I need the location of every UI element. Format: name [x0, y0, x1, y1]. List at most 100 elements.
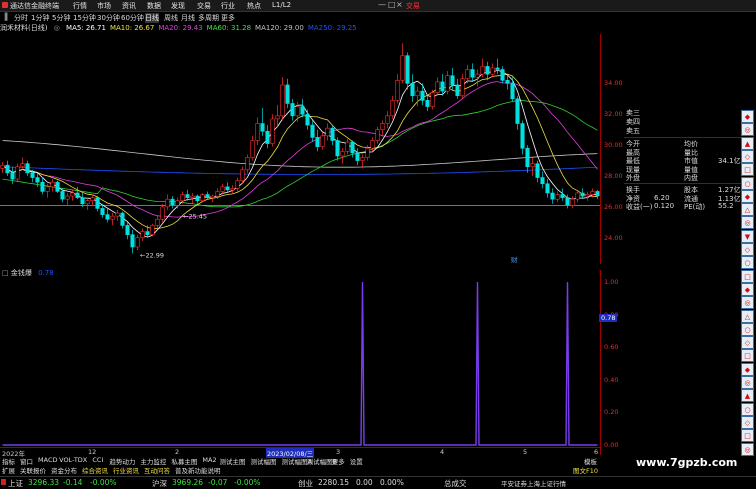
right-tool-icon[interactable]: ◎: [741, 442, 754, 456]
period-5[interactable]: 60分钟: [121, 13, 144, 23]
right-tool-icon[interactable]: ◎: [741, 376, 754, 389]
period-9[interactable]: 多周期: [198, 13, 219, 23]
candle-body: [180, 194, 185, 202]
right-tool-icon[interactable]: ◆: [741, 282, 754, 296]
right-tool-icon[interactable]: □: [741, 429, 754, 443]
menu-2[interactable]: 资讯: [122, 1, 136, 11]
right-tool-icon[interactable]: ◇: [741, 243, 754, 256]
candle-body: [95, 197, 100, 209]
menu-7[interactable]: 热点: [247, 1, 261, 11]
extension-tab[interactable]: 互动问答: [144, 465, 170, 475]
menu-5[interactable]: 交易: [197, 1, 211, 11]
cy-index-value: 2280.15: [318, 478, 350, 487]
right-tool-icon[interactable]: ◎: [741, 123, 754, 137]
kline-chart[interactable]: ←25.45 ←22.99 财: [0, 34, 600, 264]
candle-body: [110, 215, 115, 220]
sh-index-value: 3296.33: [28, 478, 60, 487]
menu-4[interactable]: 发现: [171, 1, 185, 11]
right-tool-icon[interactable]: ○: [741, 176, 754, 190]
indicator-tab[interactable]: MACD: [38, 456, 57, 464]
period-6[interactable]: 日线: [145, 13, 159, 23]
menu-6[interactable]: 行业: [221, 1, 235, 11]
candle-body: [120, 212, 125, 226]
sh-index-change: -0.14: [63, 478, 83, 487]
extension-tab[interactable]: 行业资讯: [113, 465, 139, 475]
right-tool-icon[interactable]: △: [741, 203, 754, 217]
period-toggle-icon[interactable]: ▐: [2, 13, 7, 21]
candle-body: [125, 225, 130, 235]
close-icon[interactable]: ×: [396, 0, 403, 9]
candle-body: [305, 113, 310, 126]
right-tool-icon[interactable]: ○: [741, 322, 754, 336]
period-1[interactable]: 1分钟: [31, 13, 49, 23]
period-2[interactable]: 5分钟: [52, 13, 70, 23]
indicator-tick: 0.60: [604, 343, 619, 352]
menu-0[interactable]: 行情: [73, 1, 87, 11]
right-tool-icon[interactable]: ▼: [741, 229, 754, 243]
menu-1[interactable]: 市场: [97, 1, 111, 11]
period-3[interactable]: 15分钟: [73, 13, 96, 23]
watermark: www.7gpzb.com: [636, 456, 738, 469]
period-4[interactable]: 30分钟: [97, 13, 120, 23]
right-tool-icon[interactable]: ○: [741, 256, 754, 270]
right-tool-icon[interactable]: ◇: [741, 336, 754, 350]
f10-button[interactable]: 图文F10: [573, 465, 598, 475]
right-tool-icon[interactable]: ○: [741, 402, 754, 416]
ma-legend-item: MA20: 29.43: [158, 24, 203, 32]
menu-8[interactable]: L1/L2: [272, 1, 291, 9]
right-tool-icon[interactable]: ◆: [741, 110, 754, 123]
indicator-tab[interactable]: MA2: [202, 456, 216, 464]
extension-tab[interactable]: 普及新功能说明: [175, 465, 221, 475]
trade-button[interactable]: 交易: [406, 1, 420, 11]
right-tool-icon[interactable]: ◆: [741, 189, 754, 203]
menu-3[interactable]: 数据: [147, 1, 161, 11]
candle-body: [595, 191, 600, 197]
candle-body: [5, 164, 10, 174]
annotation-high: ←25.45: [183, 212, 207, 220]
right-tool-icon[interactable]: □: [741, 269, 754, 283]
candle-body: [140, 231, 145, 239]
extension-tab[interactable]: 综合资讯: [82, 465, 108, 475]
right-tool-icon[interactable]: △: [741, 309, 754, 323]
maximize-icon[interactable]: □: [388, 0, 396, 9]
sh-index-name[interactable]: 上证: [8, 478, 23, 489]
candle-body: [55, 181, 60, 192]
right-tool-icon[interactable]: □: [741, 349, 754, 363]
cy-index-name[interactable]: 创业: [298, 478, 313, 489]
right-tool-icon[interactable]: ◇: [741, 149, 754, 163]
extension-tab[interactable]: 资金分布: [51, 465, 77, 475]
indicator-chart[interactable]: [0, 270, 600, 455]
candle-body: [445, 75, 450, 92]
period-7[interactable]: 周线: [164, 13, 178, 23]
candle-body: [425, 100, 430, 107]
candle-body: [555, 194, 560, 200]
right-tool-icon[interactable]: ▲: [741, 389, 754, 403]
period-10[interactable]: 更多: [221, 13, 235, 23]
period-8[interactable]: 月线: [181, 13, 195, 23]
right-tool-icon[interactable]: □: [741, 163, 754, 177]
right-tool-icon[interactable]: ◎: [741, 216, 754, 230]
right-tool-icon[interactable]: ▲: [741, 136, 754, 150]
right-tool-icon[interactable]: ◎: [741, 296, 754, 310]
candle-body: [345, 141, 350, 152]
ma120-line: [2, 140, 598, 168]
ma-settings-icon[interactable]: ◎: [54, 24, 60, 32]
right-tool-icon[interactable]: ◇: [741, 415, 754, 429]
minimize-icon[interactable]: —: [378, 0, 386, 9]
candle-body: [245, 157, 250, 171]
indicator-tab[interactable]: VOL-TDX: [59, 456, 87, 464]
period-0[interactable]: 分时: [14, 13, 28, 23]
candle-body: [195, 195, 200, 202]
candle-body: [395, 80, 400, 101]
candle-body: [15, 166, 20, 180]
right-tool-icon[interactable]: ◆: [741, 362, 754, 376]
candle-body: [385, 115, 390, 124]
candle-body: [330, 127, 335, 141]
indicator-current-tag: 0.78: [599, 313, 618, 322]
candle-body: [435, 81, 440, 93]
extension-tab[interactable]: 关联报价: [20, 465, 46, 475]
candle-body: [85, 200, 90, 205]
hs-index-name[interactable]: 沪深: [152, 478, 167, 489]
indicator-tab[interactable]: CCI: [92, 456, 103, 464]
extension-tab[interactable]: 扩展: [2, 465, 15, 475]
